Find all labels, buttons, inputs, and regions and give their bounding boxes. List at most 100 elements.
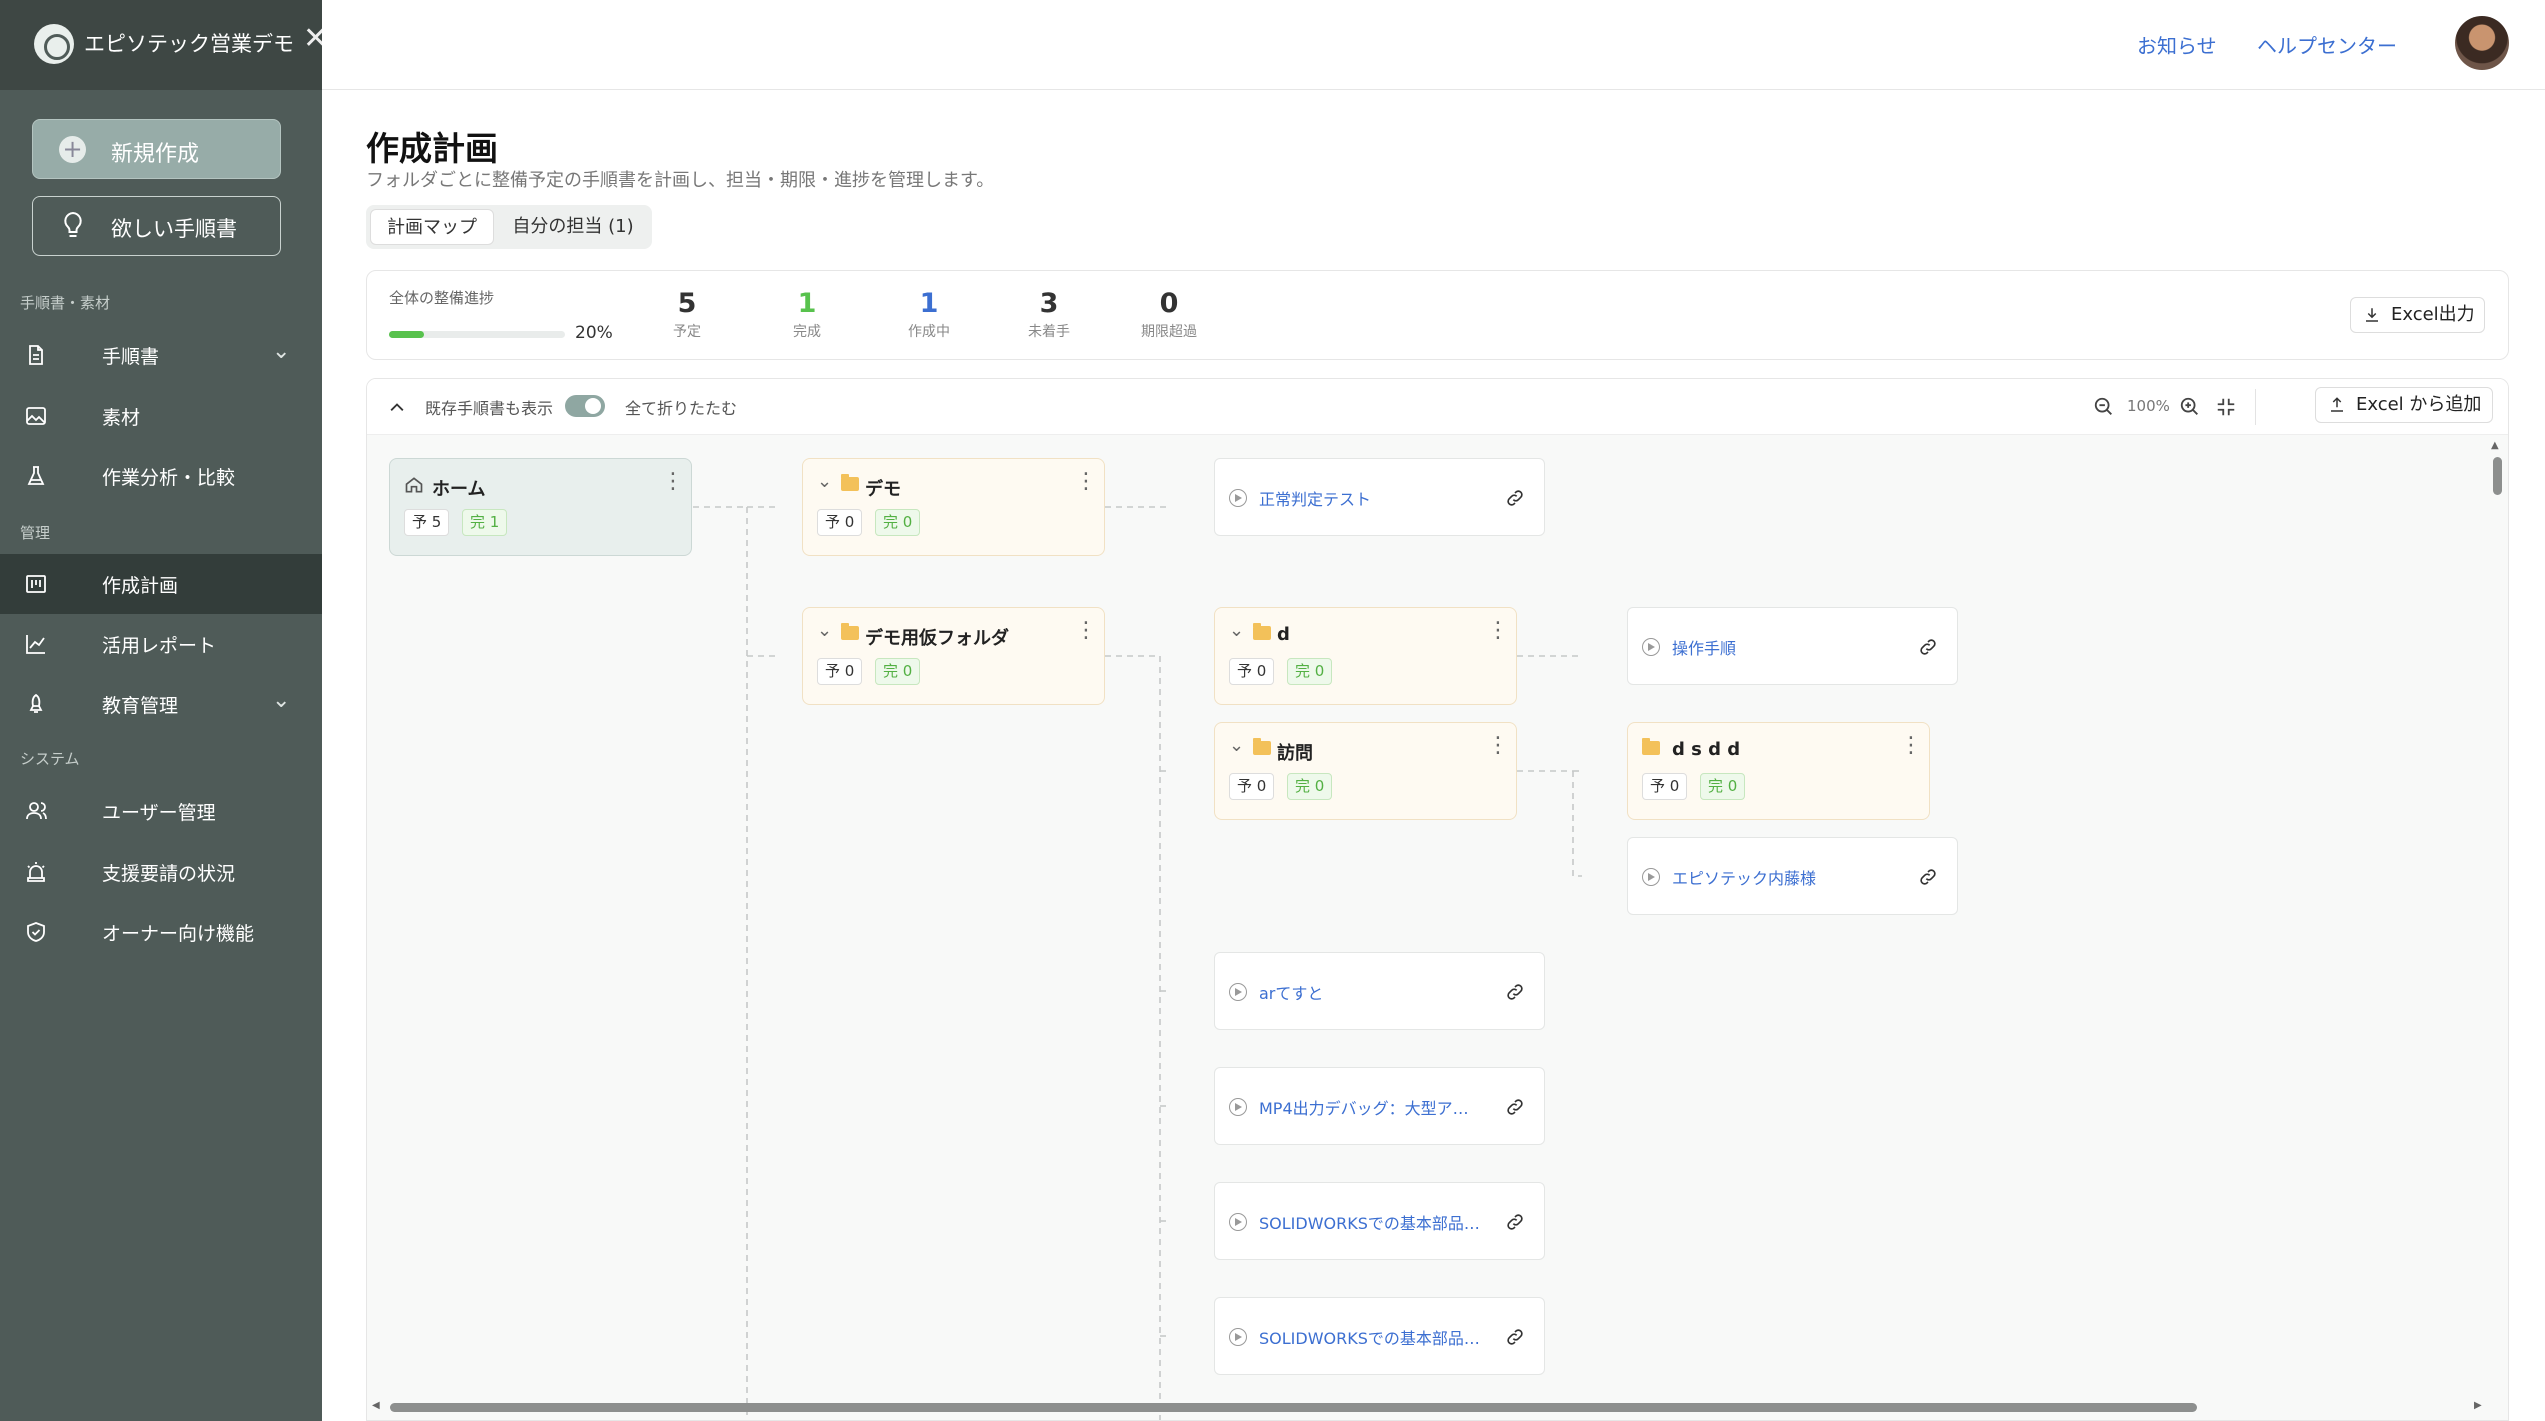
link-icon[interactable] bbox=[1505, 1097, 1525, 1117]
stat-label: 期限超過 bbox=[1141, 324, 1197, 340]
stat-label: 完成 bbox=[793, 324, 821, 340]
completed-badge: 完 0 bbox=[1287, 658, 1333, 685]
manual-link[interactable]: 操作手順 bbox=[1672, 635, 1897, 659]
more-icon[interactable]: ⋮ bbox=[1487, 735, 1509, 757]
chevron-down-icon: ⌄ bbox=[272, 339, 291, 364]
folder-node-d[interactable]: ⌄ d ⋮ 予 0 完 0 bbox=[1214, 607, 1517, 705]
chevron-down-icon[interactable]: ⌄ bbox=[817, 620, 832, 641]
excel-import-button[interactable]: Excel から追加 bbox=[2315, 387, 2493, 423]
vertical-scrollbar-thumb[interactable] bbox=[2493, 457, 2502, 495]
scroll-left-arrow[interactable]: ◀ bbox=[372, 1400, 380, 1411]
link-icon[interactable] bbox=[1505, 1327, 1525, 1347]
folder-node-demo-temp[interactable]: ⌄ デモ用仮フォルダ ⋮ 予 0 完 0 bbox=[802, 607, 1105, 705]
manual-link[interactable]: arてすと bbox=[1259, 980, 1484, 1004]
folder-node-home[interactable]: ホーム ⋮ 予 5 完 1 bbox=[389, 458, 692, 556]
sidebar-item-analysis[interactable]: 作業分析・比較 bbox=[0, 446, 322, 506]
play-icon bbox=[1229, 489, 1247, 507]
new-create-button[interactable]: + 新規作成 bbox=[32, 119, 281, 179]
manual-card-solidworks-2[interactable]: SOLIDWORKSでの基本部品… bbox=[1214, 1297, 1545, 1375]
plus-icon: + bbox=[59, 136, 86, 163]
excel-import-label: Excel から追加 bbox=[2356, 394, 2482, 415]
manual-card-mp4-debug[interactable]: MP4出力デバッグ：大型ア… bbox=[1214, 1067, 1545, 1145]
show-existing-label: 既存手順書も表示 bbox=[425, 399, 554, 418]
chevron-down-icon[interactable]: ⌄ bbox=[1229, 620, 1244, 641]
excel-export-button[interactable]: Excel出力 bbox=[2350, 297, 2485, 333]
chevron-down-icon[interactable]: ⌄ bbox=[817, 471, 832, 492]
sidebar-item-owner[interactable]: オーナー向け機能 bbox=[0, 902, 322, 962]
view-tabs: 計画マップ 自分の担当 (1) bbox=[366, 205, 652, 249]
sidebar-item-users[interactable]: ユーザー管理 bbox=[0, 781, 322, 841]
progress-bar-fill bbox=[389, 331, 425, 338]
folder-node-visit[interactable]: ⌄ 訪問 ⋮ 予 0 完 0 bbox=[1214, 722, 1517, 820]
manual-link[interactable]: MP4出力デバッグ：大型ア… bbox=[1259, 1095, 1484, 1119]
notice-link[interactable]: お知らせ bbox=[2137, 30, 2217, 59]
manual-link[interactable]: SOLIDWORKSでの基本部品… bbox=[1259, 1325, 1484, 1349]
wanted-manual-button[interactable]: 欲しい手順書 bbox=[32, 196, 281, 256]
manual-link[interactable]: エピソテック内藤様 bbox=[1672, 865, 1897, 889]
link-icon[interactable] bbox=[1918, 637, 1938, 657]
completed-badge: 完 0 bbox=[875, 509, 921, 536]
planned-badge: 予 0 bbox=[817, 658, 863, 685]
manual-card-solidworks-1[interactable]: SOLIDWORKSでの基本部品… bbox=[1214, 1182, 1545, 1260]
scroll-right-arrow[interactable]: ▶ bbox=[2474, 1400, 2482, 1411]
sidebar-item-label: 支援要請の状況 bbox=[102, 863, 236, 885]
manual-card-normal-test[interactable]: 正常判定テスト bbox=[1214, 458, 1545, 536]
help-center-link[interactable]: ヘルプセンター bbox=[2257, 30, 2397, 59]
tab-my-assignments[interactable]: 自分の担当 (1) bbox=[500, 209, 646, 245]
play-icon bbox=[1229, 983, 1247, 1001]
stat-label: 予定 bbox=[673, 324, 701, 340]
horizontal-scrollbar-thumb[interactable] bbox=[390, 1403, 2197, 1412]
sidebar-item-plan[interactable]: 作成計画 bbox=[0, 554, 322, 614]
link-icon[interactable] bbox=[1505, 1212, 1525, 1232]
manual-link[interactable]: 正常判定テスト bbox=[1259, 486, 1484, 510]
node-name: デモ bbox=[865, 479, 901, 500]
manual-card-operation[interactable]: 操作手順 bbox=[1627, 607, 1958, 685]
sidebar-item-label: 素材 bbox=[102, 407, 141, 429]
stat-value: 1 bbox=[797, 288, 817, 319]
stat-overdue: 0 期限超過 bbox=[1109, 289, 1229, 341]
planned-badge: 予 0 bbox=[1229, 658, 1275, 685]
chevron-down-icon[interactable]: ⌄ bbox=[1229, 735, 1244, 756]
image-icon bbox=[26, 407, 46, 425]
play-icon bbox=[1229, 1213, 1247, 1231]
folder-node-dsdd[interactable]: d s d d ⋮ 予 0 完 0 bbox=[1627, 722, 1930, 820]
zoom-out-icon[interactable] bbox=[2093, 396, 2115, 418]
wanted-manual-label: 欲しい手順書 bbox=[111, 217, 237, 241]
sidebar-item-label: 作成計画 bbox=[102, 575, 179, 597]
more-icon[interactable]: ⋮ bbox=[662, 471, 684, 493]
manual-card-episotec-naito[interactable]: エピソテック内藤様 bbox=[1627, 837, 1958, 915]
siren-icon bbox=[27, 862, 45, 882]
more-icon[interactable]: ⋮ bbox=[1900, 735, 1922, 757]
link-icon[interactable] bbox=[1505, 982, 1525, 1002]
scroll-up-arrow[interactable]: ▲ bbox=[2491, 440, 2499, 451]
sidebar-item-label: オーナー向け機能 bbox=[102, 923, 255, 945]
sidebar-item-materials[interactable]: 素材 bbox=[0, 386, 322, 446]
manual-card-ar-test[interactable]: arてすと bbox=[1214, 952, 1545, 1030]
show-existing-toggle[interactable] bbox=[565, 395, 605, 417]
link-icon[interactable] bbox=[1505, 488, 1525, 508]
more-icon[interactable]: ⋮ bbox=[1075, 620, 1097, 642]
node-name: d s d d bbox=[1672, 739, 1741, 760]
chevron-up-icon[interactable] bbox=[387, 397, 407, 417]
folder-node-demo[interactable]: ⌄ デモ ⋮ 予 0 完 0 bbox=[802, 458, 1105, 556]
sidebar-item-support[interactable]: 支援要請の状況 bbox=[0, 842, 322, 902]
zoom-in-icon[interactable] bbox=[2179, 396, 2201, 418]
sidebar-item-label: 手順書 bbox=[102, 346, 160, 368]
play-icon bbox=[1229, 1328, 1247, 1346]
collapse-all-button[interactable]: 全て折りたたむ bbox=[625, 395, 737, 419]
avatar[interactable] bbox=[2455, 16, 2509, 70]
sidebar-item-manuals[interactable]: 手順書 ⌄ bbox=[0, 325, 322, 385]
tab-plan-map[interactable]: 計画マップ bbox=[370, 209, 494, 245]
link-icon[interactable] bbox=[1918, 867, 1938, 887]
fit-screen-icon[interactable] bbox=[2215, 396, 2237, 418]
sidebar-item-education[interactable]: 教育管理 ⌄ bbox=[0, 674, 322, 734]
sidebar-item-report[interactable]: 活用レポート bbox=[0, 614, 322, 674]
stat-value: 3 bbox=[1039, 288, 1059, 319]
more-icon[interactable]: ⋮ bbox=[1487, 620, 1509, 642]
completed-badge: 完 0 bbox=[1287, 773, 1333, 800]
stat-not-started: 3 未着手 bbox=[989, 289, 1109, 341]
folder-icon bbox=[1642, 738, 1660, 755]
more-icon[interactable]: ⋮ bbox=[1075, 471, 1097, 493]
manual-link[interactable]: SOLIDWORKSでの基本部品… bbox=[1259, 1210, 1484, 1234]
users-icon bbox=[26, 802, 47, 820]
